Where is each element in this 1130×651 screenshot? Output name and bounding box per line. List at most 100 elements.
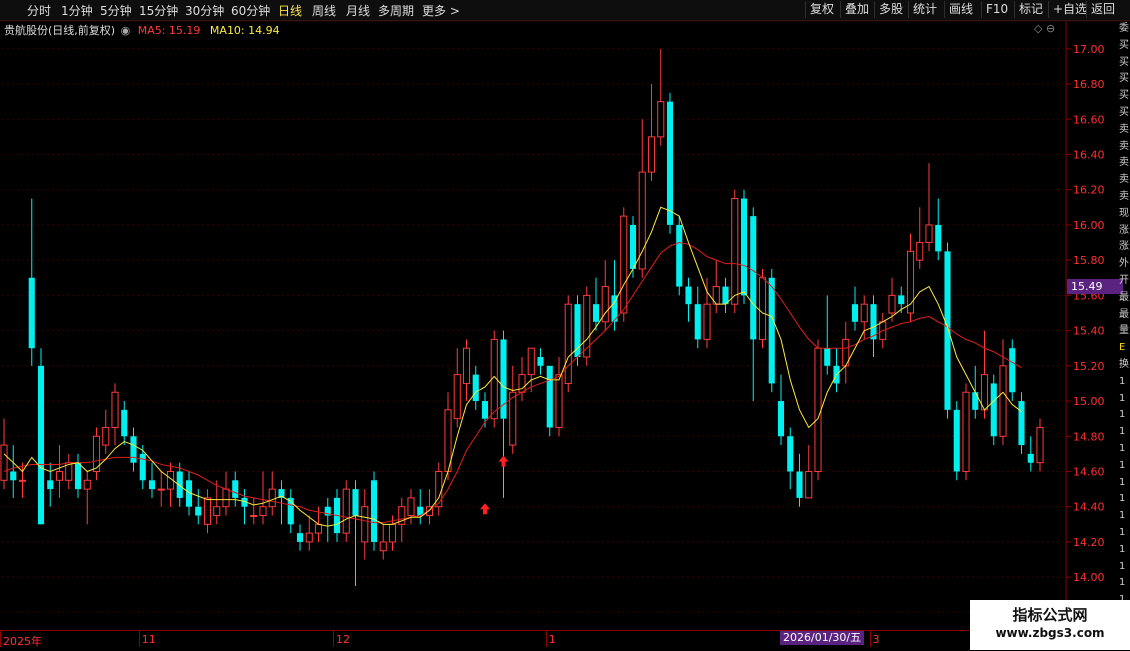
candle-body-up <box>314 523 323 534</box>
quote-field-11: 现 <box>1119 207 1129 219</box>
quote-field-6: 卖 <box>1119 123 1129 135</box>
candle-body-down <box>851 304 859 322</box>
candle-body-up <box>213 506 221 517</box>
candle-body-down <box>676 224 683 287</box>
y-tick-label: 15.80 <box>1073 254 1105 267</box>
candle-body-down <box>990 383 997 437</box>
y-tick-label: 17.00 <box>1073 43 1105 56</box>
candle-body-up <box>388 523 397 543</box>
candle-body-down <box>139 453 146 481</box>
candle-body-up <box>0 444 8 481</box>
candle-body-up <box>102 426 110 446</box>
candle-body-down <box>1027 453 1034 463</box>
quote-field-20: 换 <box>1119 358 1129 370</box>
candle-body-down <box>898 295 905 305</box>
candle-body-up <box>462 347 471 384</box>
y-tick-label: 14.00 <box>1073 571 1105 584</box>
quote-field-15: 开 <box>1119 274 1129 286</box>
candle-body-up <box>407 497 415 517</box>
y-tick-label: 15.20 <box>1073 360 1105 373</box>
x-tick-label: 2025年 <box>3 635 42 648</box>
candle-body-down <box>47 480 54 490</box>
x-tick <box>333 631 334 647</box>
quote-field-27: 1 <box>1119 476 1126 488</box>
candle-body-down <box>195 506 202 516</box>
watermark: 指标公式网 www.zbgs3.com <box>970 600 1130 650</box>
candle-body-up <box>916 242 924 261</box>
quote-field-25: 1 <box>1119 442 1126 454</box>
candle-body-down <box>777 401 785 437</box>
y-tick-label: 15.40 <box>1073 325 1105 338</box>
x-tick <box>0 631 1 647</box>
candle-body-up <box>888 294 896 314</box>
y-tick-label: 14.80 <box>1073 430 1105 443</box>
quote-field-5: 买 <box>1119 106 1129 118</box>
buy-signal-arrow <box>498 455 509 467</box>
candle-body-down <box>537 357 544 366</box>
quote-field-12: 涨 <box>1119 224 1129 236</box>
quote-field-32: 1 <box>1119 560 1126 572</box>
x-tick <box>138 631 140 647</box>
candle-body-up <box>703 303 711 340</box>
candle-body-up <box>814 347 822 472</box>
quote-field-21: 1 <box>1119 375 1126 387</box>
candle-body-down <box>28 277 35 349</box>
quote-field-19: E <box>1119 342 1126 354</box>
cursor-price-tag: 15.49 <box>1067 279 1123 294</box>
buy-signal-arrow <box>480 503 490 515</box>
candle-body-up <box>962 391 970 472</box>
candle-body-up <box>1036 426 1044 464</box>
quote-field-23: 1 <box>1119 409 1126 421</box>
candle-body-up <box>305 532 313 543</box>
x-tick <box>545 631 547 647</box>
candle-body-up <box>555 374 563 428</box>
x-tick-label: 12 <box>336 633 350 646</box>
y-tick-label: 16.80 <box>1073 78 1105 91</box>
quote-field-29: 1 <box>1119 510 1126 522</box>
candle-body-down <box>232 480 239 498</box>
candle-body-up <box>527 347 535 376</box>
y-tick-label: 16.20 <box>1073 184 1105 197</box>
quote-field-10: 卖 <box>1119 190 1129 202</box>
quote-field-31: 1 <box>1119 543 1126 555</box>
candle-body-down <box>592 304 600 322</box>
quote-field-3: 买 <box>1119 73 1129 85</box>
quote-field-30: 1 <box>1119 526 1126 538</box>
candle-body-down <box>130 436 137 463</box>
y-tick-label: 15.00 <box>1073 395 1105 408</box>
candle-body-up <box>980 374 989 411</box>
candle-body-up <box>111 391 119 428</box>
candle-body-down <box>10 471 17 481</box>
watermark-title: 指标公式网 <box>1012 606 1088 624</box>
y-tick-label: 14.20 <box>1073 536 1105 549</box>
candle-body-down <box>37 365 45 525</box>
quote-field-22: 1 <box>1119 392 1126 404</box>
candle-body-down <box>740 198 748 296</box>
candle-body-down <box>768 277 775 384</box>
candle-body-down <box>666 101 674 225</box>
candle-body-down <box>694 304 701 340</box>
candle-body-down <box>972 392 979 410</box>
quote-field-2: 买 <box>1119 56 1129 68</box>
candle-body-up <box>157 488 165 491</box>
candle-body-up <box>657 101 665 138</box>
candle-body-up <box>18 479 27 482</box>
candle-body-down <box>1018 401 1025 446</box>
candle-body-up <box>758 277 767 340</box>
quote-field-4: 买 <box>1119 90 1129 102</box>
candle-body-down <box>750 216 757 340</box>
candle-body-up <box>361 506 369 543</box>
quote-field-33: 1 <box>1119 577 1126 589</box>
candle-body-down <box>935 224 942 252</box>
x-tick-label: 3 <box>872 633 880 646</box>
quote-field-8: 卖 <box>1119 157 1129 169</box>
candlestick-chart: 17.0016.8016.6016.4016.2016.0015.8015.60… <box>0 20 1130 650</box>
candle-body-down <box>685 286 692 305</box>
candle-body-down <box>296 533 304 542</box>
candle-body-down <box>370 480 378 542</box>
candle-body-down <box>176 471 183 498</box>
quote-field-24: 1 <box>1119 426 1126 438</box>
candle-body-up <box>222 488 230 508</box>
quote-field-18: 量 <box>1119 325 1129 337</box>
candle-body-down <box>121 409 128 437</box>
